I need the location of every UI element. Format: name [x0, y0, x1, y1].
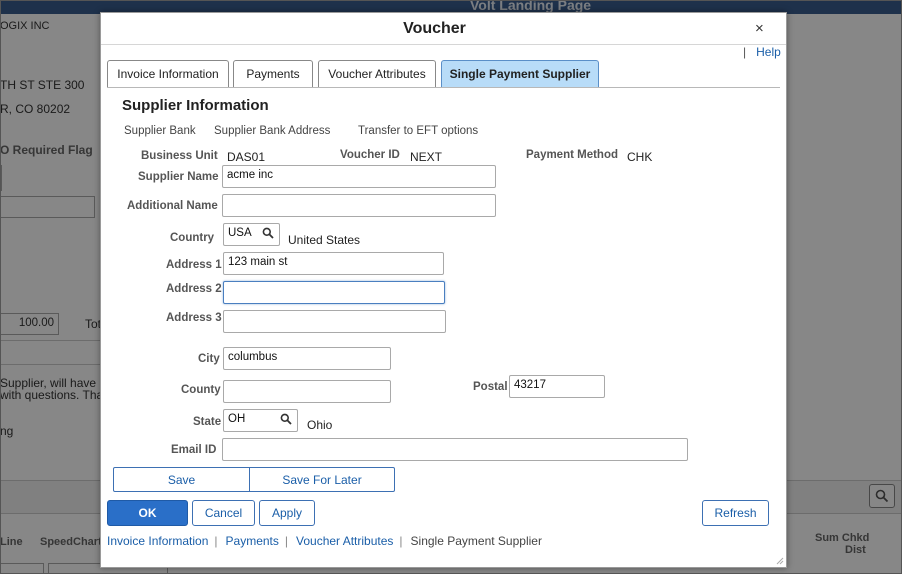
bottom-separator: |: [284, 534, 288, 548]
supplier-bank-link[interactable]: Supplier Bank: [124, 125, 196, 137]
business-unit-label: Business Unit: [141, 150, 218, 162]
supplier-name-field[interactable]: acme inc: [222, 165, 496, 188]
cancel-button[interactable]: Cancel: [192, 500, 255, 526]
payment-method-label: Payment Method: [526, 149, 619, 161]
tab-invoice-information[interactable]: Invoice Information: [107, 60, 229, 87]
bottom-navigation: Invoice Information | Payments | Voucher Att…: [107, 534, 542, 548]
country-value: USA: [228, 227, 252, 239]
resize-grip-icon[interactable]: [775, 556, 784, 565]
bottom-link-payments[interactable]: Payments: [226, 534, 279, 548]
modal-header: Voucher ×: [101, 13, 786, 45]
address1-label: Address 1: [166, 259, 222, 271]
address2-field[interactable]: [223, 281, 445, 304]
help-link[interactable]: Help: [756, 45, 781, 59]
supplier-name-label: Supplier Name: [138, 171, 219, 183]
tab-label: Payments: [246, 67, 300, 81]
additional-name-label: Additional Name: [127, 200, 218, 212]
voucher-id-value: NEXT: [410, 150, 443, 164]
bottom-link-voucher-attributes[interactable]: Voucher Attributes: [296, 534, 393, 548]
help-link-area: | Help: [743, 45, 781, 59]
tab-label: Voucher Attributes: [328, 67, 426, 81]
state-field[interactable]: OH: [223, 409, 298, 432]
tab-label: Invoice Information: [117, 67, 219, 81]
ok-button[interactable]: OK: [107, 500, 188, 526]
state-label: State: [193, 416, 222, 428]
voucher-id-label: Voucher ID: [340, 149, 400, 161]
supplier-bank-address-link[interactable]: Supplier Bank Address: [214, 125, 330, 137]
city-field[interactable]: columbus: [223, 347, 391, 370]
save-button[interactable]: Save: [113, 467, 250, 492]
bottom-current-page: Single Payment Supplier: [410, 534, 542, 548]
tab-payments[interactable]: Payments: [233, 60, 313, 87]
state-value: OH: [228, 413, 246, 425]
search-icon[interactable]: [280, 413, 292, 425]
section-title: Supplier Information: [122, 97, 269, 114]
bottom-separator: |: [214, 534, 218, 548]
close-icon[interactable]: ×: [755, 20, 764, 37]
save-for-later-button[interactable]: Save For Later: [249, 467, 395, 492]
search-icon[interactable]: [262, 227, 274, 239]
address2-label: Address 2: [166, 283, 222, 295]
country-description: United States: [288, 233, 361, 247]
postal-field[interactable]: 43217: [509, 375, 605, 398]
postal-label: Postal: [473, 381, 508, 393]
tab-single-payment-supplier[interactable]: Single Payment Supplier: [441, 60, 599, 87]
address1-field[interactable]: 123 main st: [223, 252, 444, 275]
help-separator: |: [743, 45, 747, 59]
city-label: City: [198, 353, 220, 365]
payment-method-value: CHK: [627, 150, 653, 164]
additional-name-field[interactable]: [222, 194, 496, 217]
bottom-separator: |: [399, 534, 403, 548]
email-label: Email ID: [171, 444, 217, 456]
tab-label: Single Payment Supplier: [449, 67, 591, 81]
tab-voucher-attributes[interactable]: Voucher Attributes: [318, 60, 436, 87]
county-label: County: [181, 384, 221, 396]
email-field[interactable]: [222, 438, 688, 461]
apply-button[interactable]: Apply: [259, 500, 315, 526]
business-unit-value: DAS01: [227, 150, 266, 164]
tab-divider: [107, 87, 780, 88]
country-field[interactable]: USA: [223, 223, 280, 246]
address3-field[interactable]: [223, 310, 446, 333]
address3-label: Address 3: [166, 312, 222, 324]
bottom-link-invoice-information[interactable]: Invoice Information: [107, 534, 208, 548]
county-field[interactable]: [223, 380, 391, 403]
voucher-modal: Voucher × | Help Invoice Information Paym…: [100, 12, 787, 568]
transfer-eft-link[interactable]: Transfer to EFT options: [358, 125, 478, 137]
state-description: Ohio: [307, 418, 333, 432]
refresh-button[interactable]: Refresh: [702, 500, 769, 526]
country-label: Country: [170, 232, 215, 244]
modal-title: Voucher: [403, 20, 466, 37]
